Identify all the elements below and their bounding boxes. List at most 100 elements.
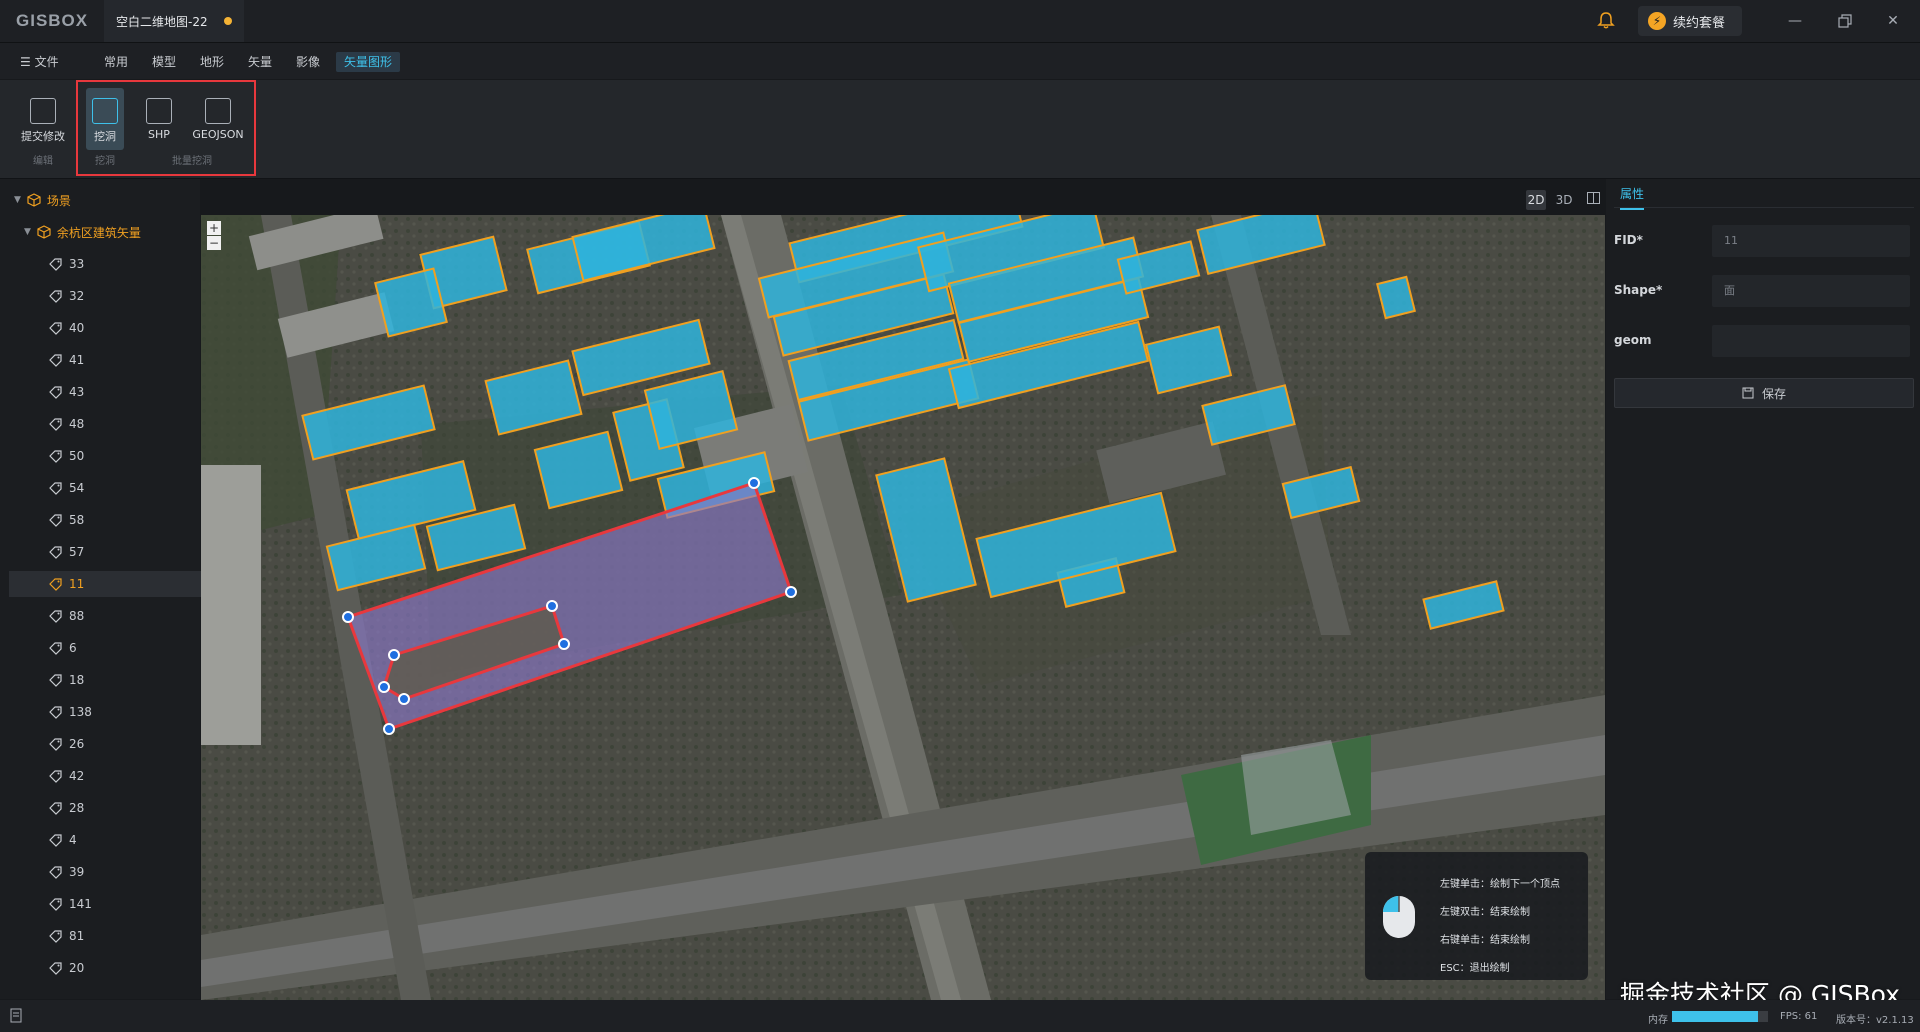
tag-icon (49, 482, 62, 495)
vertex-handle[interactable] (398, 693, 410, 705)
fid-field[interactable]: 11 (1712, 225, 1910, 257)
menu-bar: ☰ 文件 常用 模型 地形 矢量 影像 矢量图形 (0, 43, 1920, 79)
expand-caret-icon: ▼ (24, 227, 31, 237)
tag-icon (49, 770, 62, 783)
restore-icon (1838, 14, 1852, 28)
tag-icon (49, 386, 62, 399)
app-logo: GISBOX (16, 11, 89, 30)
menu-tab-vector[interactable]: 矢量 (248, 52, 272, 72)
submit-changes-icon (30, 98, 56, 124)
menu-tab-imagery[interactable]: 影像 (296, 52, 320, 72)
tag-icon (49, 866, 62, 879)
shape-field[interactable]: 面 (1712, 275, 1910, 307)
tag-icon (49, 258, 62, 271)
vertex-handle[interactable] (748, 477, 760, 489)
tree-item-label: 11 (69, 577, 85, 591)
tag-icon (49, 546, 62, 559)
building (201, 465, 261, 745)
tag-icon (49, 834, 62, 847)
close-button[interactable]: ✕ (1870, 0, 1916, 42)
tree-item-label: 42 (69, 769, 85, 783)
zoom-out-button[interactable]: − (207, 236, 221, 250)
lightning-icon: ⚡ (1648, 12, 1666, 30)
tree-item-label: 81 (69, 929, 85, 943)
tag-icon (49, 322, 62, 335)
annotation-highlight-box (76, 80, 256, 176)
tag-icon (49, 738, 62, 751)
log-icon[interactable] (10, 1008, 24, 1024)
tree-item-11[interactable]: 11 (9, 571, 232, 597)
cube-icon (27, 193, 41, 207)
tree-item-label: 54 (69, 481, 85, 495)
tag-icon (49, 354, 62, 367)
split-view-toggle[interactable] (1584, 190, 1602, 210)
menu-tab-vector-graphics[interactable]: 矢量图形 (336, 52, 401, 72)
unsaved-dot-icon (223, 17, 232, 25)
tag-icon (49, 578, 62, 591)
ribbon-toolbar (0, 80, 1920, 179)
submit-changes-label: 提交修改 (21, 130, 65, 143)
menu-tab-terrain[interactable]: 地形 (200, 52, 224, 72)
version-label: 版本号：v2.1.13 (1836, 1015, 1914, 1026)
file-menu[interactable]: ☰ 文件 (20, 52, 59, 72)
vertex-handle[interactable] (785, 586, 797, 598)
tree-item-label: 4 (69, 833, 77, 847)
group-edit-label: 编辑 (33, 156, 53, 167)
tree-scene-node[interactable]: ▼ 场景 (0, 187, 214, 213)
submit-changes-button[interactable]: 提交修改 (17, 88, 69, 150)
tree-item-label: 141 (69, 897, 92, 911)
tag-icon (49, 674, 62, 687)
cube-icon (37, 225, 51, 239)
tag-icon (49, 514, 62, 527)
vertex-handle[interactable] (378, 681, 390, 693)
tree-item-label: 32 (69, 289, 85, 303)
tag-icon (49, 610, 62, 623)
menu-tab-model[interactable]: 模型 (152, 52, 176, 72)
view-3d-toggle[interactable]: 3D (1554, 190, 1574, 210)
tree-item-label: 57 (69, 545, 85, 559)
vertex-handle[interactable] (342, 611, 354, 623)
save-label: 保存 (1761, 386, 1786, 401)
fid-label: FID* (1614, 233, 1643, 247)
title-bar: GISBOX 空白二维地图-22 ⚡ 续约套餐 — ✕ (0, 0, 1920, 43)
vertex-handle[interactable] (546, 600, 558, 612)
tree-item-label: 28 (69, 801, 85, 815)
tree-item-label: 41 (69, 353, 85, 367)
divider (1614, 207, 1914, 208)
tree-item-label: 88 (69, 609, 85, 623)
layer-tree-panel: ▼ 场景 ▼ 余杭区建筑矢量 33 32 40 41 43 48 50 54 58 57 11 88 6… (0, 179, 232, 999)
properties-panel: 属性 FID* 11 Shape* 面 geom 保存 (1606, 179, 1920, 999)
menu-tab-common[interactable]: 常用 (104, 52, 128, 72)
tree-item-label: 26 (69, 737, 85, 751)
tree-item-label: 43 (69, 385, 85, 399)
vertex-handle[interactable] (383, 723, 395, 735)
hamburger-icon: ☰ (20, 55, 31, 69)
geom-field[interactable] (1712, 325, 1910, 357)
tree-item-label: 6 (69, 641, 77, 655)
minimize-button[interactable]: — (1772, 0, 1818, 42)
tree-item-label: 20 (69, 961, 85, 975)
shape-label: Shape* (1614, 283, 1663, 297)
hint-esc: ESC：退出绘制 (1440, 963, 1510, 974)
tree-item-label: 18 (69, 673, 85, 687)
tag-icon (49, 642, 62, 655)
memory-label: 内存 (1648, 1015, 1668, 1026)
restore-button[interactable] (1822, 0, 1868, 42)
tree-item-label: 48 (69, 417, 85, 431)
tree-scene-label: 场景 (46, 193, 71, 208)
tree-item-label: 39 (69, 865, 85, 879)
tag-icon (49, 930, 62, 943)
zoom-in-button[interactable]: + (207, 221, 221, 235)
tag-icon (49, 418, 62, 431)
save-icon (1742, 387, 1754, 399)
document-tab[interactable]: 空白二维地图-22 (104, 0, 244, 42)
tag-icon (49, 290, 62, 303)
tag-icon (49, 898, 62, 911)
renew-plan-button[interactable]: ⚡ 续约套餐 (1638, 6, 1742, 36)
vertex-handle[interactable] (558, 638, 570, 650)
vertex-handle[interactable] (388, 649, 400, 661)
save-button[interactable]: 保存 (1614, 378, 1914, 408)
bell-icon[interactable] (1596, 10, 1616, 30)
tree-layer-node[interactable]: ▼ 余杭区建筑矢量 (0, 219, 224, 245)
view-2d-toggle[interactable]: 2D (1526, 190, 1546, 210)
